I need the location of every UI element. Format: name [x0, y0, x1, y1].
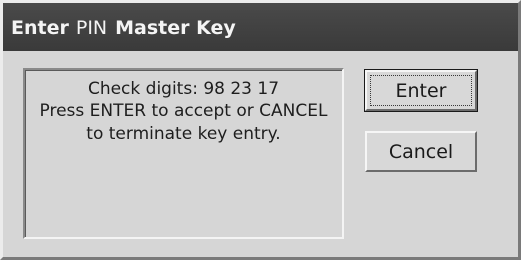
enter-pin-master-key-dialog: Enter PIN Master Key Check digits: 98 23 1… — [0, 0, 521, 260]
enter-button[interactable]: Enter — [364, 69, 478, 112]
cancel-button[interactable]: Cancel — [365, 131, 477, 172]
instruction-text-line-1: Press ENTER to accept or CANCEL — [39, 101, 328, 121]
title-word-pin: PIN — [75, 17, 108, 39]
dialog-title: Enter PIN Master Key — [11, 17, 236, 39]
title-bar: Enter PIN Master Key — [3, 3, 518, 51]
message-panel: Check digits: 98 23 17 Press ENTER to ac… — [23, 68, 344, 239]
check-digits-text: Check digits: 98 23 17 — [87, 79, 280, 99]
instruction-text-line-2: to terminate key entry. — [86, 124, 281, 144]
cancel-button-label: Cancel — [388, 141, 454, 163]
title-word-enter: Enter — [11, 17, 69, 39]
title-word-master-key: Master Key — [115, 17, 236, 39]
enter-button-label: Enter — [395, 80, 447, 102]
